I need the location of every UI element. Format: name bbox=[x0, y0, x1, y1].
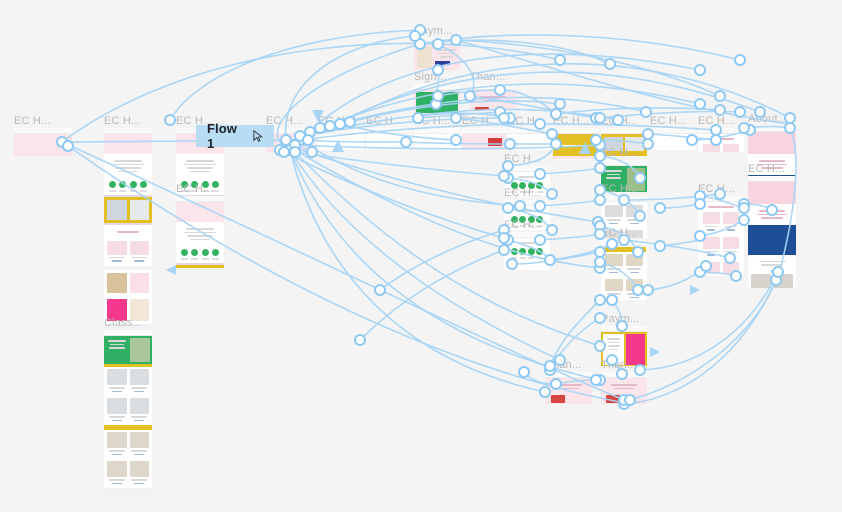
prototype-canvas[interactable]: EC H... EC H... EC H... EC H... EC H... EC H.… bbox=[0, 0, 842, 512]
frame-f15[interactable] bbox=[414, 38, 460, 70]
link-node[interactable] bbox=[554, 98, 566, 110]
frame-f28[interactable] bbox=[104, 330, 152, 494]
frame-label-f09[interactable]: EC H... bbox=[508, 115, 545, 127]
frame-f08[interactable] bbox=[462, 128, 506, 150]
link-node[interactable] bbox=[654, 202, 666, 214]
link-node[interactable] bbox=[354, 334, 366, 346]
flow-start-pill[interactable]: Flow 1 bbox=[196, 121, 274, 151]
frame-f17[interactable] bbox=[470, 84, 516, 110]
frame-label-f18[interactable]: EC H... bbox=[504, 153, 541, 165]
frame-f27[interactable] bbox=[698, 196, 744, 276]
frame-label-f24[interactable]: Paym... bbox=[601, 313, 640, 325]
frame-label-f17[interactable]: Than... bbox=[470, 71, 506, 83]
frame-label-f08[interactable]: EC H... bbox=[462, 115, 499, 127]
frame-f05[interactable] bbox=[318, 128, 364, 150]
play-cursor-icon bbox=[253, 129, 264, 142]
frame-label-f23[interactable]: EC H... bbox=[601, 227, 638, 239]
frame-label-f06[interactable]: EC H... bbox=[366, 115, 403, 127]
link-node[interactable] bbox=[654, 240, 666, 252]
frame-f07[interactable] bbox=[414, 128, 460, 150]
frame-f30[interactable] bbox=[748, 176, 796, 288]
frame-f23[interactable] bbox=[601, 240, 647, 300]
frame-label-f29[interactable]: EC H... bbox=[176, 183, 213, 195]
frame-f26[interactable] bbox=[601, 372, 647, 404]
frame-label-f16[interactable]: Sign... bbox=[414, 71, 447, 83]
link-node[interactable] bbox=[590, 112, 602, 124]
flow-label: Flow 1 bbox=[207, 120, 238, 151]
frame-label-f13[interactable]: EC H... bbox=[698, 115, 735, 127]
frame-label-f20[interactable]: EC H... bbox=[504, 219, 541, 231]
frame-label-f25[interactable]: Than... bbox=[546, 359, 582, 371]
link-node[interactable] bbox=[374, 284, 386, 296]
frame-label-f26[interactable]: Than... bbox=[601, 359, 637, 371]
link-node[interactable] bbox=[734, 54, 746, 66]
frame-f09[interactable] bbox=[508, 128, 552, 150]
frame-label-f11[interactable]: EC H... bbox=[601, 115, 638, 127]
link-node[interactable] bbox=[694, 64, 706, 76]
frame-label-f07[interactable]: EC H... bbox=[414, 115, 451, 127]
frame-f01[interactable] bbox=[14, 128, 72, 156]
link-node[interactable] bbox=[734, 106, 746, 118]
frame-label-f02[interactable]: EC H... bbox=[104, 115, 141, 127]
frame-label-f10[interactable]: EC H... bbox=[553, 115, 590, 127]
link-node[interactable] bbox=[590, 374, 602, 386]
link-node[interactable] bbox=[714, 104, 726, 116]
frame-f13[interactable] bbox=[698, 128, 744, 152]
frame-f10[interactable] bbox=[553, 128, 598, 160]
frame-label-f22[interactable]: EC H... bbox=[601, 183, 638, 195]
frame-f20[interactable] bbox=[504, 232, 550, 270]
frame-f12[interactable] bbox=[650, 128, 696, 150]
link-node[interactable] bbox=[694, 98, 706, 110]
link-node[interactable] bbox=[714, 90, 726, 102]
link-node[interactable] bbox=[518, 366, 530, 378]
frame-label-f15[interactable]: Paym... bbox=[414, 25, 453, 37]
frame-f16[interactable] bbox=[414, 84, 460, 114]
frame-label-f28[interactable]: Class... bbox=[104, 317, 142, 329]
frame-label-f14[interactable]: About... bbox=[748, 113, 788, 125]
link-node[interactable] bbox=[604, 58, 616, 70]
frame-f06[interactable] bbox=[366, 128, 412, 150]
frame-label-f12[interactable]: EC H... bbox=[650, 115, 687, 127]
link-node[interactable] bbox=[164, 114, 176, 126]
frame-f29[interactable] bbox=[176, 196, 224, 268]
link-node[interactable] bbox=[554, 54, 566, 66]
frame-label-f19[interactable]: EC H... bbox=[504, 187, 541, 199]
frame-label-f30[interactable]: EC H... bbox=[748, 163, 785, 175]
frame-label-f01[interactable]: EC H... bbox=[14, 115, 51, 127]
frame-label-f21[interactable]: EC H... bbox=[601, 147, 638, 159]
frame-f25[interactable] bbox=[546, 372, 592, 404]
link-node[interactable] bbox=[450, 112, 462, 124]
frame-label-f05[interactable]: EC H... bbox=[318, 115, 355, 127]
frame-label-f27[interactable]: EC H... bbox=[698, 183, 735, 195]
